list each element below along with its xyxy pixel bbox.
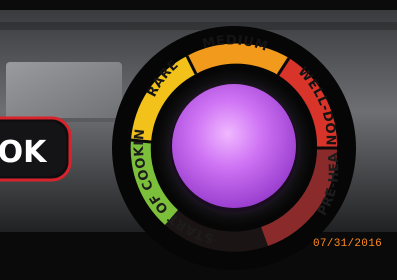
status-light[interactable]: [172, 84, 296, 208]
photo-date-stamp: 07/31/2016: [312, 238, 382, 250]
ok-button[interactable]: OK: [0, 116, 72, 182]
appliance-photo: OK RARE MEDIUM WELL-DON PRE-HEA START OF…: [0, 0, 397, 280]
display-window: [6, 62, 122, 122]
ok-button-label: OK: [0, 135, 48, 170]
